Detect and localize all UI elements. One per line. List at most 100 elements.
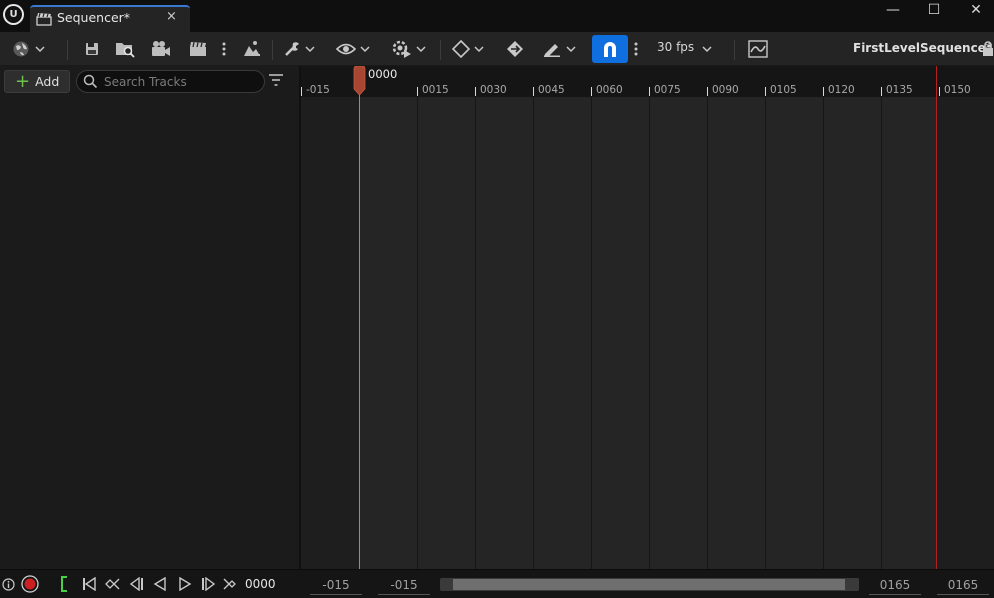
ruler-tick — [823, 87, 824, 96]
timeline-area[interactable]: -015 0015 0030 0045 0060 0075 0090 0105 0120 0135… — [301, 66, 994, 569]
wrench-icon — [285, 42, 299, 56]
filter-icon[interactable] — [268, 74, 284, 86]
timeline-gridline — [591, 97, 592, 569]
close-window-button[interactable]: ✕ — [965, 2, 987, 20]
info-icon — [1, 577, 15, 591]
timeline-gridline — [649, 97, 650, 569]
minimize-button[interactable]: — — [882, 2, 904, 20]
edit-mode-button[interactable] — [539, 37, 579, 61]
vertical-ellipsis-icon — [634, 42, 638, 56]
save-sequence-button[interactable] — [82, 37, 102, 61]
create-camera-button[interactable] — [149, 37, 173, 61]
playback-start-marker[interactable] — [359, 66, 360, 569]
play-reverse-button[interactable] — [151, 576, 169, 592]
chevron-down-icon — [474, 46, 484, 53]
camera-icon — [152, 41, 170, 56]
view-range-start-field[interactable]: -015 — [310, 575, 362, 595]
playback-options-button[interactable] — [388, 37, 428, 61]
add-track-button[interactable]: + Add — [4, 70, 70, 93]
previous-key-button[interactable] — [103, 576, 121, 592]
more-options-button[interactable] — [218, 37, 230, 61]
playback-range — [359, 97, 937, 569]
frame-rate-dropdown[interactable] — [700, 37, 714, 61]
ruler-tick-label: 0075 — [654, 84, 681, 96]
timeline-gridline — [533, 97, 534, 569]
timeline-gridline — [823, 97, 824, 569]
auto-key-button[interactable] — [503, 37, 527, 61]
next-key-button[interactable] — [222, 576, 238, 592]
vertical-ellipsis-icon — [222, 42, 226, 56]
record-icon — [21, 575, 39, 593]
render-movie-button[interactable] — [186, 37, 210, 61]
hierarchy-icon — [244, 41, 260, 56]
director-blueprint-button[interactable] — [240, 37, 264, 61]
unreal-logo-icon[interactable]: U — [3, 4, 24, 25]
chevron-down-icon — [360, 46, 370, 53]
folder-search-icon — [116, 43, 135, 58]
current-frame-field[interactable]: 0000 — [245, 577, 276, 591]
search-tracks-input[interactable] — [104, 73, 259, 90]
step-back-button[interactable] — [127, 576, 145, 592]
tools-menu-button[interactable] — [281, 37, 317, 61]
snapping-toggle[interactable] — [592, 35, 628, 63]
key-interpolation-button[interactable] — [449, 37, 487, 61]
timeline-scrollbar-thumb[interactable] — [453, 579, 845, 590]
view-range-end-field[interactable]: 0165 — [937, 575, 989, 595]
ruler-tick — [475, 87, 476, 96]
magnet-icon — [604, 42, 616, 57]
record-button[interactable] — [20, 574, 40, 594]
chevron-down-icon — [34, 46, 45, 53]
maximize-button[interactable]: ☐ — [923, 2, 945, 20]
ruler-tick-label: 0045 — [538, 84, 565, 96]
search-icon — [83, 74, 98, 89]
previous-key-icon — [105, 578, 120, 590]
jump-to-start-range-button[interactable] — [57, 576, 71, 592]
gear-play-icon — [392, 40, 411, 58]
step-back-icon — [129, 577, 143, 591]
close-tab-icon[interactable]: × — [166, 9, 177, 24]
working-range-end-field[interactable]: 0165 — [869, 575, 921, 595]
ruler-tick-label: 0015 — [422, 84, 449, 96]
step-forward-icon — [202, 577, 216, 591]
working-range-start-field[interactable]: -015 — [378, 575, 430, 595]
ruler-tick-label: -015 — [306, 84, 330, 96]
ruler-tick — [939, 87, 940, 96]
add-track-label: Add — [35, 74, 60, 89]
ruler-tick-label: 0150 — [944, 84, 971, 96]
playhead-handle[interactable] — [353, 66, 366, 95]
ruler-tick — [649, 87, 650, 96]
view-options-button[interactable] — [335, 37, 371, 61]
timeline-gridline — [707, 97, 708, 569]
snapping-options-button[interactable] — [630, 37, 642, 61]
search-tracks-field[interactable] — [76, 70, 265, 93]
playback-end-marker[interactable] — [936, 66, 937, 569]
plus-icon: + — [15, 70, 31, 92]
timeline-gridline — [765, 97, 766, 569]
time-ruler[interactable]: -015 0015 0030 0045 0060 0075 0090 0105 0120 0135… — [301, 66, 994, 97]
diamond-key-icon — [452, 40, 470, 58]
pencil-icon — [544, 44, 560, 57]
ruler-tick — [591, 87, 592, 96]
ruler-tick — [881, 87, 882, 96]
lock-button[interactable] — [982, 37, 994, 61]
chevron-down-icon — [305, 46, 315, 53]
ruler-tick-label: 0090 — [712, 84, 739, 96]
find-in-browser-button[interactable] — [113, 37, 137, 61]
step-forward-button[interactable] — [200, 576, 218, 592]
world-menu-button[interactable] — [8, 37, 48, 61]
jump-to-start-button[interactable] — [80, 576, 98, 592]
ruler-tick-label: 0030 — [480, 84, 507, 96]
info-button[interactable] — [1, 576, 15, 592]
save-icon — [86, 43, 98, 55]
transport-bar: 0000 -015 -015 0165 0165 — [0, 569, 994, 598]
chevron-down-icon — [702, 46, 712, 53]
play-button[interactable] — [176, 576, 194, 592]
clapperboard-icon — [36, 13, 52, 26]
timeline-gridline — [475, 97, 476, 569]
chevron-down-icon — [415, 46, 426, 53]
frame-rate-label[interactable]: 30 fps — [657, 40, 694, 54]
curve-editor-button[interactable] — [746, 37, 770, 61]
unreal-logo-letter: U — [5, 6, 22, 23]
play-reverse-icon — [153, 577, 166, 591]
tab-sequencer[interactable]: Sequencer* × — [30, 5, 190, 32]
